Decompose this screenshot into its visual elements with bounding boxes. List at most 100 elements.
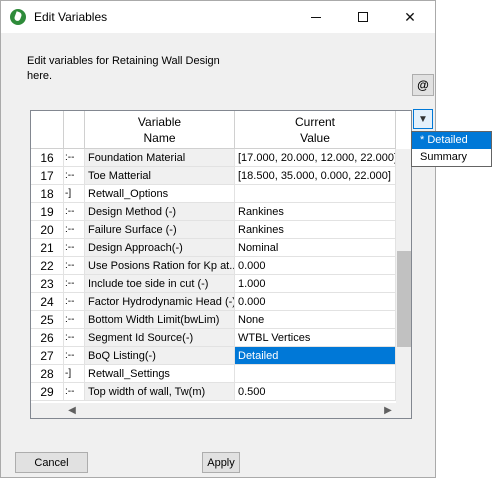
name-cell: Design Method (-): [85, 203, 235, 221]
maximize-icon: [358, 12, 368, 22]
tree-marker-cell: :--: [64, 275, 85, 293]
row-number-header: [31, 111, 64, 149]
tree-marker-cell: :--: [64, 149, 85, 167]
row-number-cell: 22: [31, 257, 64, 275]
value-cell[interactable]: Rankines: [235, 221, 396, 239]
name-cell: Retwall_Options: [85, 185, 235, 203]
table-row[interactable]: 29:-- Top width of wall, Tw(m) 0.500: [31, 383, 396, 401]
row-number-cell: 16: [31, 149, 64, 167]
value-cell[interactable]: None: [235, 311, 396, 329]
row-number-cell: 19: [31, 203, 64, 221]
value-cell[interactable]: 0.000: [235, 257, 396, 275]
tree-marker-cell: :--: [64, 167, 85, 185]
value-cell[interactable]: [17.000, 20.000, 12.000, 22.000]: [235, 149, 396, 167]
edit-variables-dialog: Edit Variables ✕ Edit variables for Reta…: [0, 0, 436, 478]
horizontal-scrollbar[interactable]: ◀ ▶: [31, 403, 396, 418]
name-cell: Segment Id Source(-): [85, 329, 235, 347]
tree-marker-cell: :--: [64, 311, 85, 329]
variables-grid[interactable]: Variable Name Current Value 16:-- Foundat…: [30, 110, 412, 419]
table-row[interactable]: 24:-- Factor Hydrodynamic Head (-) 0.000: [31, 293, 396, 311]
tree-marker-cell: :--: [64, 383, 85, 401]
table-row[interactable]: 25:-- Bottom Width Limit(bwLim) None: [31, 311, 396, 329]
current-value-header[interactable]: Current Value: [235, 111, 396, 149]
name-cell: Foundation Material: [85, 149, 235, 167]
value-cell[interactable]: Nominal: [235, 239, 396, 257]
value-dropdown-list[interactable]: * Detailed Summary: [411, 131, 492, 167]
tree-marker-cell: -]: [64, 365, 85, 383]
vertical-scrollbar[interactable]: [396, 149, 411, 403]
name-cell: Design Approach(-): [85, 239, 235, 257]
apply-button[interactable]: Apply: [202, 452, 240, 473]
at-button[interactable]: @: [412, 74, 434, 96]
value-cell[interactable]: Rankines: [235, 203, 396, 221]
value-cell[interactable]: 0.500: [235, 383, 396, 401]
scroll-right-arrow-icon[interactable]: ▶: [380, 403, 396, 418]
table-row[interactable]: 20:-- Failure Surface (-) Rankines: [31, 221, 396, 239]
minimize-icon: [311, 16, 321, 18]
cancel-button[interactable]: Cancel: [15, 452, 88, 473]
scroll-corner: [396, 403, 411, 418]
tree-marker-cell: :--: [64, 293, 85, 311]
dropdown-option[interactable]: Summary: [412, 149, 491, 166]
row-number-cell: 20: [31, 221, 64, 239]
value-cell[interactable]: WTBL Vertices: [235, 329, 396, 347]
table-row[interactable]: 18 -] Retwall_Options: [31, 185, 396, 203]
name-cell: Retwall_Settings: [85, 365, 235, 383]
variable-header-line1: Variable: [137, 114, 182, 129]
value-cell[interactable]: Detailed: [235, 347, 396, 365]
value-cell[interactable]: [235, 185, 396, 203]
table-row[interactable]: 19:-- Design Method (-) Rankines: [31, 203, 396, 221]
row-number-cell: 21: [31, 239, 64, 257]
tree-marker-cell: :--: [64, 239, 85, 257]
tree-header: [64, 111, 85, 149]
dropdown-option[interactable]: * Detailed: [412, 132, 491, 149]
row-number-cell: 24: [31, 293, 64, 311]
app-leaf-icon: [10, 9, 26, 25]
table-row[interactable]: 17:-- Toe Matterial [18.500, 35.000, 0.000…: [31, 167, 396, 185]
dropdown-toggle-button[interactable]: ▼: [413, 109, 433, 129]
close-button[interactable]: ✕: [387, 1, 433, 33]
vertical-scroll-thumb[interactable]: [397, 251, 411, 347]
name-cell: Include toe side in cut (-): [85, 275, 235, 293]
table-row[interactable]: 21:-- Design Approach(-) Nominal: [31, 239, 396, 257]
table-row[interactable]: 22:-- Use Posions Ration for Kp at... 0.00…: [31, 257, 396, 275]
close-icon: ✕: [404, 8, 416, 25]
row-number-cell: 28: [31, 365, 64, 383]
tree-marker-cell: :--: [64, 203, 85, 221]
current-header-line2: Value: [300, 130, 330, 145]
table-row[interactable]: 27:-- BoQ Listing(-) Detailed: [31, 347, 396, 365]
scroll-left-arrow-icon[interactable]: ◀: [64, 403, 80, 418]
value-cell[interactable]: 1.000: [235, 275, 396, 293]
name-cell: Use Posions Ration for Kp at...: [85, 257, 235, 275]
name-cell: Factor Hydrodynamic Head (-): [85, 293, 235, 311]
minimize-button[interactable]: [293, 1, 339, 33]
row-number-cell: 23: [31, 275, 64, 293]
table-row[interactable]: 23:-- Include toe side in cut (-) 1.000: [31, 275, 396, 293]
row-number-cell: 27: [31, 347, 64, 365]
value-cell[interactable]: 0.000: [235, 293, 396, 311]
tree-marker-cell: :--: [64, 257, 85, 275]
window-title: Edit Variables: [34, 10, 108, 24]
tree-marker-cell: :--: [64, 221, 85, 239]
row-number-cell: 29: [31, 383, 64, 401]
name-cell: Bottom Width Limit(bwLim): [85, 311, 235, 329]
value-cell[interactable]: [18.500, 35.000, 0.000, 22.000]: [235, 167, 396, 185]
name-cell: Failure Surface (-): [85, 221, 235, 239]
chevron-down-icon: ▼: [418, 113, 428, 125]
table-row[interactable]: 16:-- Foundation Material [17.000, 20.000,…: [31, 149, 396, 167]
name-cell: BoQ Listing(-): [85, 347, 235, 365]
variable-name-header[interactable]: Variable Name: [85, 111, 235, 149]
maximize-button[interactable]: [340, 1, 386, 33]
table-row[interactable]: 28 -] Retwall_Settings: [31, 365, 396, 383]
tree-marker-cell: :--: [64, 329, 85, 347]
row-number-cell: 25: [31, 311, 64, 329]
value-cell[interactable]: [235, 365, 396, 383]
table-row[interactable]: 26:-- Segment Id Source(-) WTBL Vertices: [31, 329, 396, 347]
tree-marker-cell: :--: [64, 347, 85, 365]
row-number-cell: 26: [31, 329, 64, 347]
name-cell: Toe Matterial: [85, 167, 235, 185]
name-cell: Top width of wall, Tw(m): [85, 383, 235, 401]
current-header-line1: Current: [294, 114, 335, 129]
row-number-cell: 17: [31, 167, 64, 185]
description-text: Edit variables for Retaining Wall Design…: [27, 55, 220, 82]
